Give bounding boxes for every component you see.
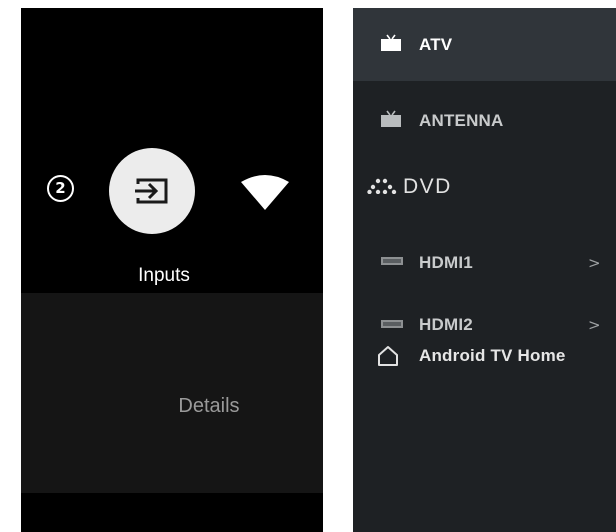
settings-panel: 2 Inputs Details	[21, 8, 323, 532]
input-arrow-icon	[135, 178, 168, 204]
tv-icon	[381, 110, 401, 127]
list-item-label: ANTENNA	[419, 111, 504, 130]
list-item-label: HDMI2	[419, 315, 473, 334]
list-item-label: DVD	[403, 175, 452, 198]
wifi-signal-icon[interactable]	[239, 172, 291, 212]
list-item-label: HDMI1	[419, 253, 473, 272]
list-item-label: Android TV Home	[419, 346, 566, 365]
list-item-dvd[interactable]: DVD	[353, 154, 616, 224]
details-label: Details	[178, 395, 240, 417]
list-item-label: ATV	[419, 35, 453, 54]
home-icon	[378, 346, 398, 366]
list-item-android-tv-home[interactable]: Android TV Home	[353, 334, 616, 378]
list-item-antenna[interactable]: ANTENNA	[353, 81, 616, 154]
list-item-hdmi1[interactable]: HDMI1 >	[353, 224, 616, 300]
inputs-list-panel: ATV ANTENNA DVD HDMI1 > HDMI2 > Android …	[353, 8, 616, 532]
hdmi-port-icon	[381, 320, 403, 328]
dvd-dots-icon	[367, 178, 397, 194]
chevron-right-icon: >	[588, 316, 601, 334]
details-section[interactable]: Details	[21, 293, 323, 493]
hdmi-port-icon	[381, 257, 403, 265]
inputs-button[interactable]	[109, 148, 195, 234]
inputs-label: Inputs	[138, 265, 190, 286]
list-item-atv[interactable]: ATV	[353, 8, 616, 81]
tv-icon	[381, 34, 401, 51]
numbered-circle-icon: 2	[47, 175, 74, 202]
chevron-right-icon: >	[588, 254, 601, 272]
settings-top-row: 2 Inputs	[21, 8, 323, 293]
